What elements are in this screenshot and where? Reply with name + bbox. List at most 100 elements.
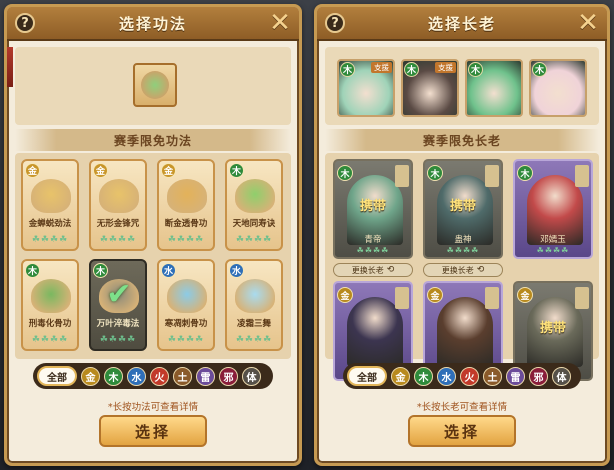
- star-rating: ☘☘☘☘: [99, 235, 137, 245]
- replace-label: 更换长老: [351, 265, 384, 275]
- filter-element-0[interactable]: 金: [81, 366, 100, 386]
- filter-element-0[interactable]: 金: [391, 366, 410, 386]
- filter-all-button[interactable]: 全部: [37, 366, 77, 386]
- panel-header: ? 选择功法 ✕: [7, 7, 299, 41]
- filter-element-6[interactable]: 邪: [529, 366, 548, 386]
- element-badge: 木: [93, 263, 108, 278]
- star-rating: ☘☘☘☘: [446, 246, 480, 255]
- gongfa-card[interactable]: 水寒凋刺骨功 ☘☘☘☘: [157, 259, 215, 351]
- gongfa-card[interactable]: 木天地同寿诀 ☘☘☘☘: [225, 159, 283, 251]
- star-rating: ☘☘☘☘: [235, 235, 273, 245]
- skill-icons: [395, 287, 409, 309]
- close-button[interactable]: ✕: [575, 10, 601, 36]
- gongfa-card[interactable]: 木 ✔ 万叶淬毒法 ☘☘☘☘: [89, 259, 147, 351]
- gongfa-book-icon: [141, 71, 169, 99]
- support-tag: 支援: [435, 62, 456, 73]
- skill-icons: [575, 287, 589, 309]
- close-button[interactable]: ✕: [267, 10, 293, 36]
- skill-icons: [395, 165, 409, 187]
- gongfa-scroll-icon: [31, 279, 71, 313]
- filter-element-4[interactable]: 土: [483, 366, 502, 386]
- filter-element-2[interactable]: 水: [127, 366, 146, 386]
- element-badge: 金: [161, 163, 176, 178]
- gongfa-name: 凌霜三舞: [236, 319, 271, 329]
- select-button[interactable]: 选择: [99, 415, 207, 447]
- element-badge: 水: [161, 263, 176, 278]
- element-badge: 木: [517, 165, 533, 181]
- select-button[interactable]: 选择: [408, 415, 516, 447]
- elder-name: 青帝: [364, 235, 382, 245]
- element-badge: 金: [25, 163, 40, 178]
- filter-element-1[interactable]: 木: [104, 366, 123, 386]
- gongfa-scroll-icon: [167, 179, 207, 213]
- panel-title: 选择长老: [427, 14, 496, 33]
- gongfa-scroll-icon: [31, 179, 71, 213]
- star-rating: ☘☘☘☘: [31, 235, 69, 245]
- replace-elder-button[interactable]: 更换长老 ⟲: [423, 263, 503, 277]
- filter-element-3[interactable]: 火: [460, 366, 479, 386]
- filter-element-3[interactable]: 火: [150, 366, 169, 386]
- gongfa-card[interactable]: 金断金透骨功 ☘☘☘☘: [157, 159, 215, 251]
- skill-icons: [485, 165, 499, 187]
- element-filter-bar: 全部 金木水火土雷邪体: [33, 363, 273, 389]
- skill-icons: [485, 287, 499, 309]
- section-banner: 赛季限免功法: [15, 129, 291, 151]
- element-badge: 木: [340, 62, 355, 77]
- filter-element-1[interactable]: 木: [414, 366, 433, 386]
- gongfa-card[interactable]: 金无形金锋咒 ☘☘☘☘: [89, 159, 147, 251]
- gongfa-scroll-icon: [167, 279, 207, 313]
- star-rating: ☘☘☘☘: [99, 335, 137, 345]
- filter-element-4[interactable]: 土: [173, 366, 192, 386]
- star-rating: ☘☘☘☘: [167, 235, 205, 245]
- carry-label: 携带: [449, 199, 476, 214]
- help-button[interactable]: ?: [15, 13, 35, 33]
- gongfa-card[interactable]: 木刑毒化骨功 ☘☘☘☘: [21, 259, 79, 351]
- element-badge: 木: [229, 163, 244, 178]
- select-gongfa-panel: ? 选择功法 ✕ 赛季限免功法 金金蝉蜕劲法 ☘☘☘☘ 金无形金锋咒 ☘☘☘☘ 金断金透…: [4, 4, 302, 466]
- gongfa-card[interactable]: 金金蝉蜕劲法 ☘☘☘☘: [21, 159, 79, 251]
- support-tag: 支援: [371, 62, 392, 73]
- element-filter-bar: 全部 金木水火土雷邪体: [343, 363, 581, 389]
- replace-elder-button[interactable]: 更换长老 ⟲: [333, 263, 413, 277]
- star-rating: ☘☘☘☘: [31, 335, 69, 345]
- tassel-decoration: [7, 47, 13, 87]
- filter-element-5[interactable]: 雷: [506, 366, 525, 386]
- filter-element-6[interactable]: 邪: [219, 366, 238, 386]
- selected-elders-area: 木 支援 木 支援 木 木: [325, 47, 599, 125]
- elder-card[interactable]: 木携带 青帝 ☘☘☘☘: [333, 159, 413, 259]
- element-badge: 木: [25, 263, 40, 278]
- hint-text: *长按功法可查看详情: [107, 402, 199, 413]
- elder-card[interactable]: 木邓嫣玉 ☘☘☘☘: [513, 159, 593, 259]
- gongfa-name: 无形金锋咒: [96, 219, 140, 229]
- element-badge: 木: [337, 165, 353, 181]
- gongfa-card[interactable]: 水凌霜三舞 ☘☘☘☘: [225, 259, 283, 351]
- filter-element-2[interactable]: 水: [437, 366, 456, 386]
- gongfa-name: 万叶淬毒法: [96, 319, 140, 329]
- gongfa-name: 断金透骨功: [164, 219, 208, 229]
- element-badge: 木: [532, 62, 547, 77]
- help-button[interactable]: ?: [325, 13, 345, 33]
- gongfa-grid: 金金蝉蜕劲法 ☘☘☘☘ 金无形金锋咒 ☘☘☘☘ 金断金透骨功 ☘☘☘☘ 木天地同寿诀 ☘☘☘☘…: [15, 153, 291, 359]
- filter-all-button[interactable]: 全部: [347, 366, 387, 386]
- checkmark-icon: ✔: [106, 277, 132, 312]
- skill-icons: [575, 165, 589, 187]
- selected-gongfa-slot[interactable]: [133, 63, 177, 107]
- element-badge: 金: [337, 287, 353, 303]
- gongfa-name: 刑毒化骨功: [28, 319, 72, 329]
- elder-avatar[interactable]: 木: [465, 59, 523, 117]
- filter-element-7[interactable]: 体: [552, 366, 571, 386]
- elder-avatar[interactable]: 木 支援: [401, 59, 459, 117]
- elder-grid: 木携带 青帝 ☘☘☘☘ 更换长老 ⟲ 木携带 蛊神 ☘☘☘☘ 更换长老 ⟲ 木邓嫣玉 ☘☘☘☘ 金金金携…: [325, 153, 599, 381]
- elder-avatar[interactable]: 木: [529, 59, 587, 117]
- elder-card[interactable]: 木携带 蛊神 ☘☘☘☘: [423, 159, 503, 259]
- section-banner: 赛季限免长老: [325, 129, 599, 151]
- filter-element-7[interactable]: 体: [242, 366, 261, 386]
- filter-element-5[interactable]: 雷: [196, 366, 215, 386]
- element-badge: 木: [427, 165, 443, 181]
- refresh-icon: ⟲: [476, 265, 485, 275]
- gongfa-scroll-icon: [99, 179, 139, 213]
- star-rating: ☘☘☘☘: [536, 246, 570, 255]
- section-title: 赛季限免功法: [113, 133, 192, 148]
- gongfa-scroll-icon: [235, 179, 275, 213]
- elder-avatar[interactable]: 木 支援: [337, 59, 395, 117]
